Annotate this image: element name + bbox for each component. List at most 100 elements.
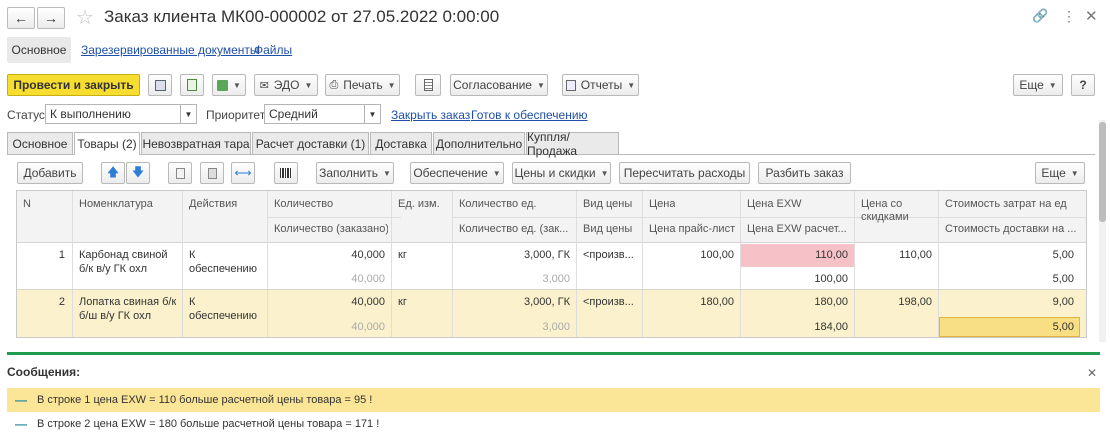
chevron-down-icon: ▼ [383,168,391,178]
ready-for-supply-link[interactable]: Готов к обеспечению [471,108,588,122]
approval-button[interactable]: Согласование ▼ [450,74,548,96]
split-order-button[interactable]: Разбить заказ [758,162,851,184]
barcode-button[interactable] [274,162,298,184]
message-text: В строке 1 цена EXW = 110 больше расчетн… [37,394,373,406]
post-document-icon [187,79,197,91]
paste-row-button[interactable] [200,162,224,184]
post-button[interactable] [180,74,204,96]
arrow-left-icon: ← [14,10,28,26]
col-header-nomenclature[interactable]: Номенклатура [79,198,153,210]
col-header-qty[interactable]: Количество [274,198,333,210]
col-header-price-type-2[interactable]: Вид цены [583,223,632,235]
recalc-expenses-label: Пересчитать расходы [623,166,746,180]
priority-select[interactable]: Средний ▼ [264,104,381,124]
close-window-icon[interactable]: ✕ [1085,7,1098,25]
recalc-expenses-button[interactable]: Пересчитать расходы [619,162,750,184]
print-label: Печать [343,78,383,92]
col-header-price-list[interactable]: Цена прайс-лист [649,223,735,235]
chevron-down-icon: ▼ [1070,168,1079,178]
chevron-down-icon: ▼ [492,168,501,178]
row-number: 2 [58,296,65,308]
arrow-up-icon: 🡅 [106,164,120,179]
col-header-qty-ordered[interactable]: Количество (заказано) [274,223,388,235]
row-price-disc: 198,00 [898,296,932,308]
move-down-button[interactable]: 🡇 [126,162,150,184]
row-price: 100,00 [700,249,734,261]
share-button[interactable]: ⟷ [231,162,255,184]
status-select[interactable]: К выполнению ▼ [45,104,197,124]
tab-delivery-calc[interactable]: Расчет доставки (1) [252,132,369,154]
col-header-price-disc-1[interactable]: Цена со [861,198,902,210]
vertical-scrollbar[interactable] [1099,120,1106,342]
col-header-qty-units[interactable]: Количество ед. [459,198,536,210]
row-nomenclature-line1: Лопатка свиная б/к [79,296,177,308]
row-action-line1: К [189,249,196,261]
chevron-down-icon: ▼ [536,80,545,90]
approval-label: Согласование [453,78,532,92]
message-item-1[interactable]: — В строке 1 цена EXW = 110 больше расче… [7,388,1100,412]
tab-nonreturnable-container[interactable]: Невозвратная тара [141,132,251,154]
col-header-price-type[interactable]: Вид цены [583,198,632,210]
col-header-unit[interactable]: Ед. изм. [398,198,440,210]
fill-button[interactable]: Заполнить ▼ [316,162,394,184]
nav-reserved-docs[interactable]: Зарезервированные документы [81,43,259,57]
message-dash-icon: — [15,417,27,431]
tab-main[interactable]: Основное [7,132,73,154]
link-icon[interactable]: 🔗 [1032,8,1048,24]
status-label: Статус: [7,108,49,122]
help-button[interactable]: ? [1071,74,1095,96]
split-order-label: Разбить заказ [765,166,844,180]
nav-files[interactable]: Файлы [254,43,292,57]
tab-goods[interactable]: Товары (2) [74,132,140,155]
edo-button[interactable]: ✉ ЭДО ▼ [254,74,318,96]
scrollbar-thumb[interactable] [1099,122,1106,222]
supply-button[interactable]: Обеспечение ▼ [410,162,504,184]
reports-button[interactable]: Отчеты ▼ [562,74,639,96]
create-based-on-button[interactable]: ▼ [212,74,246,96]
share-icon: ⟷ [234,166,252,180]
goods-table: N Номенклатура Действия Количество Колич… [16,190,1087,338]
nav-main[interactable]: Основное [7,37,71,63]
move-up-button[interactable]: 🡅 [101,162,125,184]
row-nomenclature-line2: б/к в/у ГК охл [79,263,148,275]
favorite-star-icon[interactable]: ☆ [76,5,94,30]
col-header-delivery-cost[interactable]: Стоимость доставки на ... [945,223,1085,235]
save-button[interactable] [148,74,172,96]
col-header-qty-units-ordered[interactable]: Количество ед. (зак... [459,223,573,235]
tab-delivery[interactable]: Доставка [370,132,432,154]
more-button[interactable]: Еще ▼ [1013,74,1063,96]
messages-close-icon[interactable]: ✕ [1087,366,1097,380]
tab-additional-label: Дополнительно [435,136,523,151]
add-row-button[interactable]: Добавить [17,162,83,184]
more-vert-icon[interactable]: ⋮ [1062,8,1076,25]
col-header-price-exw[interactable]: Цена EXW [747,198,802,210]
row-qty-units-ordered: 3,000 [542,321,570,333]
message-item-2[interactable]: — В строке 2 цена EXW = 180 больше расче… [7,412,1100,436]
row-action-line1: К [189,296,196,308]
col-header-price-exw-calc[interactable]: Цена EXW расчет... [747,223,851,235]
priority-value: Средний [269,107,318,121]
forward-button[interactable]: → [37,7,65,29]
col-header-actions[interactable]: Действия [189,198,237,210]
col-header-n[interactable]: N [23,198,31,210]
tab-goods-label: Товары (2) [77,137,137,151]
col-header-price-disc-2[interactable]: скидками [861,211,909,223]
prices-discounts-button[interactable]: Цены и скидки ▼ [512,162,611,184]
copy-row-button[interactable] [168,162,192,184]
post-and-close-button[interactable]: Провести и закрыть [7,74,140,96]
tab-additional[interactable]: Дополнительно [433,132,525,154]
tab-buy-sell[interactable]: Куппля/Продажа [526,130,619,158]
col-header-price[interactable]: Цена [649,198,675,210]
grid-more-button[interactable]: Еще ▼ [1035,162,1085,184]
chevron-down-icon: ▼ [600,168,609,178]
document-structure-button[interactable] [415,74,441,96]
back-button[interactable]: ← [7,7,35,29]
chevron-down-icon: ▼ [233,80,241,90]
prices-discounts-label: Цены и скидки [514,166,596,180]
tab-nonreturnable-label: Невозвратная тара [142,136,250,151]
close-order-link[interactable]: Закрыть заказ [391,108,470,122]
row-unit: кг [398,249,407,261]
col-header-cost-per-unit[interactable]: Стоимость затрат на ед [945,198,1085,210]
chevron-down-icon: ▼ [387,80,396,90]
print-button[interactable]: ⎙ Печать ▼ [325,74,400,96]
